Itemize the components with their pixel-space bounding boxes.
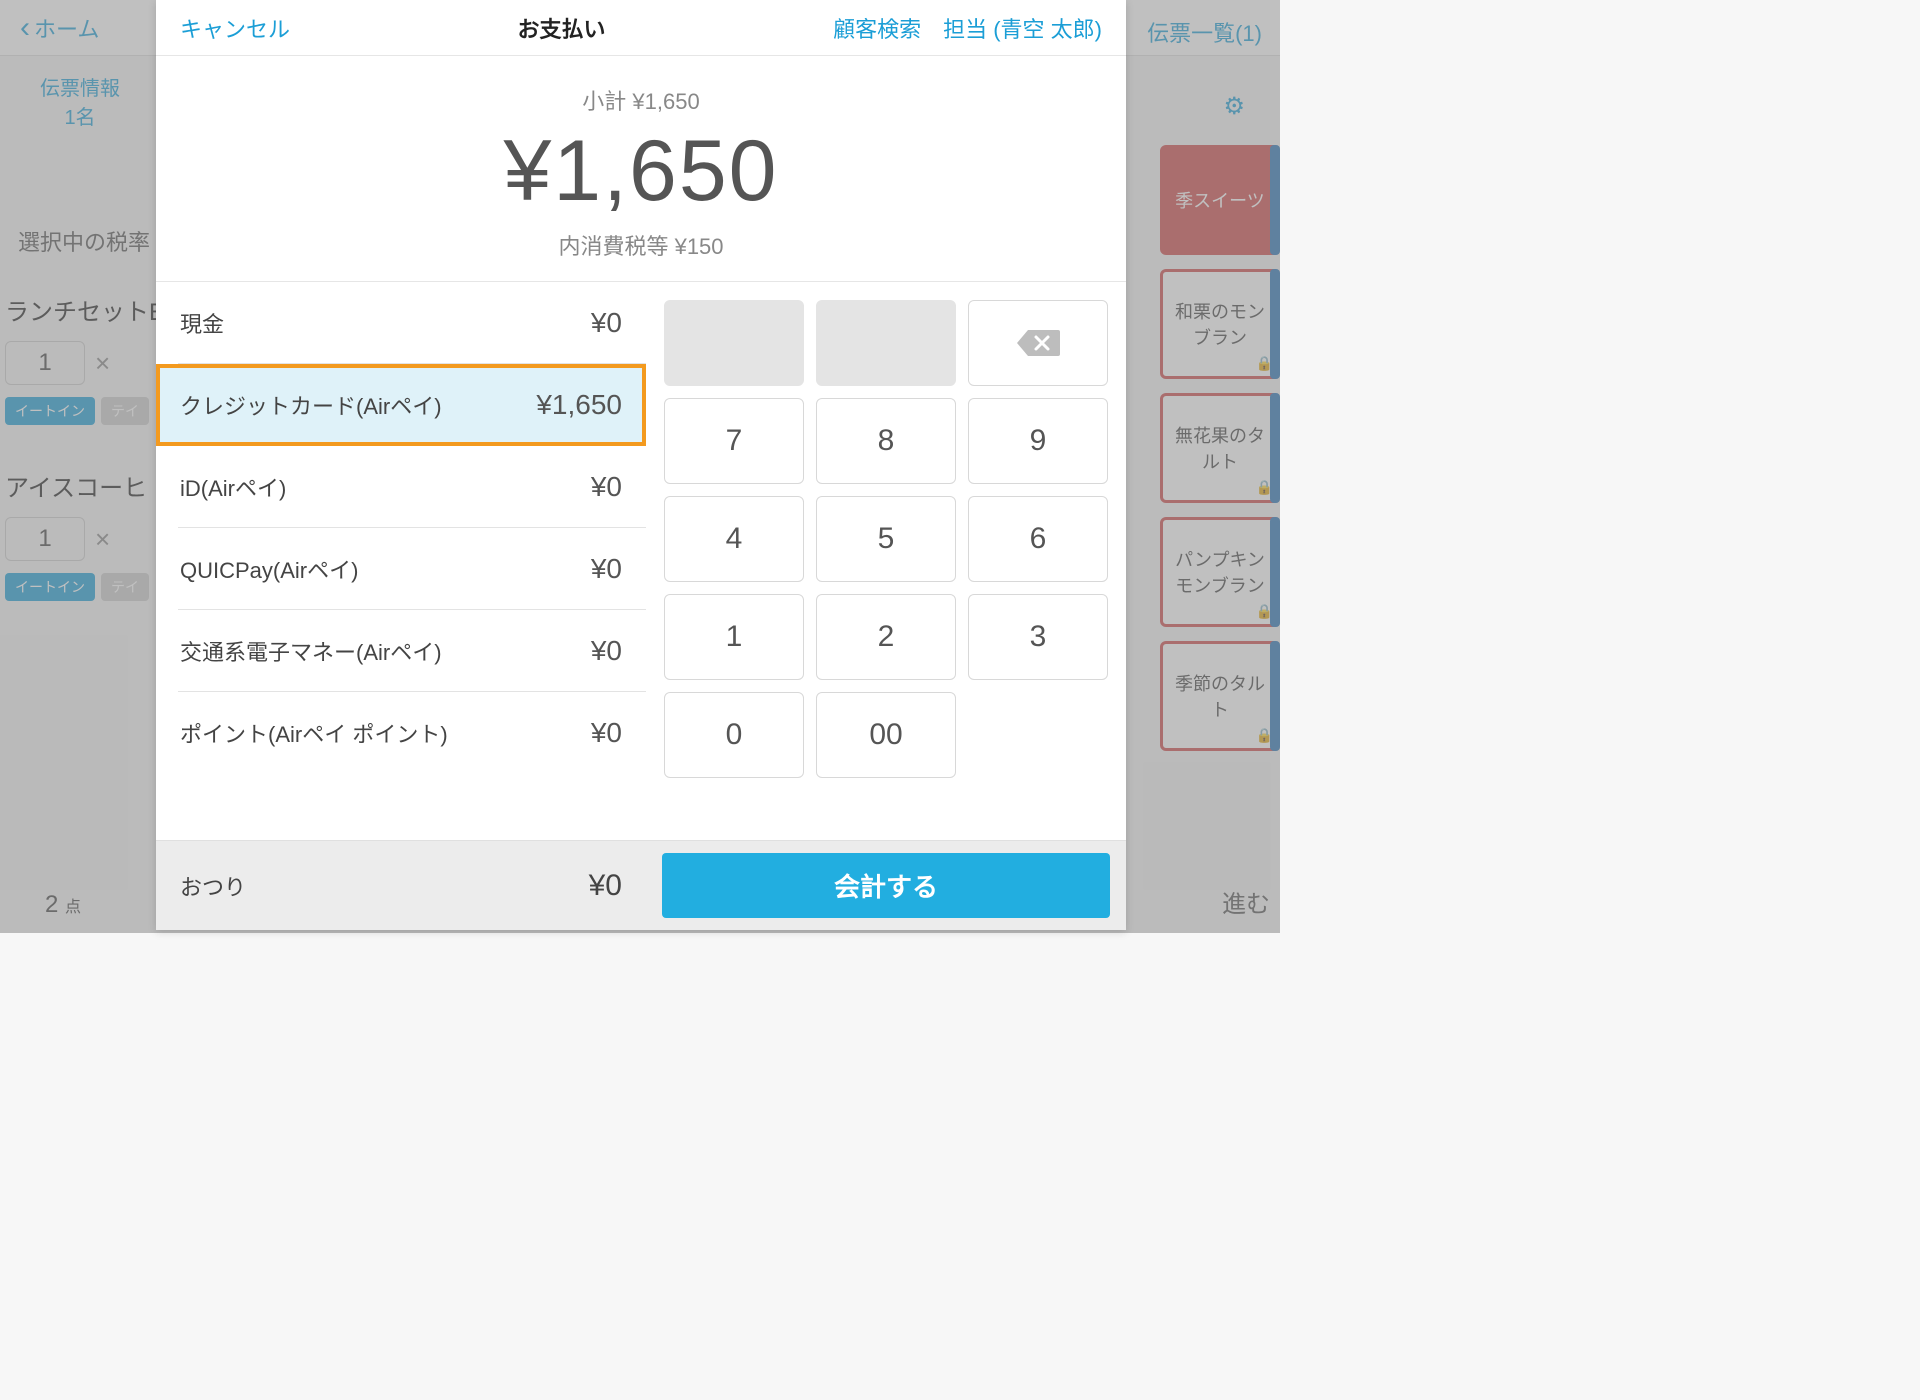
payment-label: ポイント(Airペイ ポイント) xyxy=(180,717,448,749)
key-4[interactable]: 4 xyxy=(664,496,804,582)
payment-amount: ¥0 xyxy=(591,307,622,339)
payment-label: QUICPay(Airペイ) xyxy=(180,553,358,585)
checkout-button[interactable]: 会計する xyxy=(662,853,1110,918)
change-amount: ¥0 xyxy=(589,869,622,903)
key-00[interactable]: 00 xyxy=(816,692,956,778)
payment-row-quicpay[interactable]: QUICPay(Airペイ) ¥0 xyxy=(156,528,646,610)
payment-modal: キャンセル お支払い 顧客検索 担当 (青空 太郎) 小計 ¥1,650 ¥1,… xyxy=(156,0,1126,930)
key-2[interactable]: 2 xyxy=(816,594,956,680)
change-section: おつり ¥0 xyxy=(156,841,646,930)
keypad: 7 8 9 4 5 6 1 2 3 0 00 xyxy=(664,300,1108,778)
key-6[interactable]: 6 xyxy=(968,496,1108,582)
payment-label: 交通系電子マネー(Airペイ) xyxy=(180,635,442,667)
payment-row-points[interactable]: ポイント(Airペイ ポイント) ¥0 xyxy=(156,692,646,774)
total-amount: ¥1,650 xyxy=(156,122,1126,221)
key-9[interactable]: 9 xyxy=(968,398,1108,484)
key-8[interactable]: 8 xyxy=(816,398,956,484)
key-backspace[interactable] xyxy=(968,300,1108,386)
key-blank-2[interactable] xyxy=(816,300,956,386)
payment-method-list: 現金 ¥0 クレジットカード(Airペイ) ¥1,650 iD(Airペイ) ¥… xyxy=(156,282,646,840)
key-1[interactable]: 1 xyxy=(664,594,804,680)
modal-footer: おつり ¥0 会計する xyxy=(156,840,1126,930)
payment-label: iD(Airペイ) xyxy=(180,471,286,503)
payment-row-creditcard[interactable]: クレジットカード(Airペイ) ¥1,650 xyxy=(156,364,646,446)
key-7[interactable]: 7 xyxy=(664,398,804,484)
cancel-button[interactable]: キャンセル xyxy=(180,12,290,44)
payment-label: クレジットカード(Airペイ) xyxy=(180,389,442,421)
keypad-section: 7 8 9 4 5 6 1 2 3 0 00 xyxy=(646,282,1126,840)
payment-label: 現金 xyxy=(180,307,224,339)
payment-row-id[interactable]: iD(Airペイ) ¥0 xyxy=(156,446,646,528)
tax-label: 内消費税等 ¥150 xyxy=(156,229,1126,261)
backspace-icon xyxy=(1016,328,1060,358)
modal-body: 現金 ¥0 クレジットカード(Airペイ) ¥1,650 iD(Airペイ) ¥… xyxy=(156,281,1126,840)
customer-search-link[interactable]: 顧客検索 xyxy=(833,12,921,44)
payment-amount: ¥0 xyxy=(591,717,622,749)
key-5[interactable]: 5 xyxy=(816,496,956,582)
key-3[interactable]: 3 xyxy=(968,594,1108,680)
payment-row-cash[interactable]: 現金 ¥0 xyxy=(156,282,646,364)
subtotal-label: 小計 ¥1,650 xyxy=(156,84,1126,116)
payment-amount: ¥1,650 xyxy=(536,389,622,421)
change-label: おつり xyxy=(180,870,246,902)
modal-header: キャンセル お支払い 顧客検索 担当 (青空 太郎) xyxy=(156,0,1126,56)
payment-amount: ¥0 xyxy=(591,471,622,503)
payment-amount: ¥0 xyxy=(591,553,622,585)
staff-link[interactable]: 担当 (青空 太郎) xyxy=(943,12,1102,44)
modal-title: お支払い xyxy=(518,12,606,44)
key-0[interactable]: 0 xyxy=(664,692,804,778)
key-blank-1[interactable] xyxy=(664,300,804,386)
payment-amount: ¥0 xyxy=(591,635,622,667)
payment-row-transit[interactable]: 交通系電子マネー(Airペイ) ¥0 xyxy=(156,610,646,692)
summary-section: 小計 ¥1,650 ¥1,650 内消費税等 ¥150 xyxy=(156,56,1126,281)
